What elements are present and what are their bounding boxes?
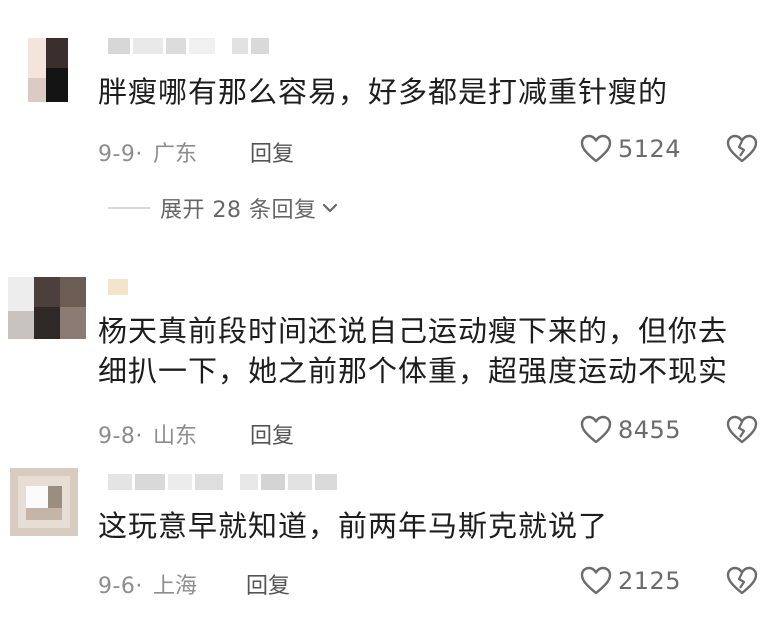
like-button[interactable]: 5124	[580, 134, 681, 164]
like-count: 2125	[618, 567, 682, 595]
dislike-button[interactable]	[726, 415, 758, 449]
like-count: 5124	[618, 135, 682, 163]
divider-line	[108, 207, 150, 209]
avatar[interactable]	[8, 277, 86, 339]
username-blurred[interactable]	[108, 279, 128, 295]
comment-item: 这玩意早就知道，前两年马斯克就说了 9-6· 上海 回复 2125	[0, 462, 769, 636]
comment-date: 9-8·	[98, 424, 143, 449]
reply-button[interactable]: 回复	[250, 418, 294, 450]
like-button[interactable]: 2125	[580, 566, 681, 596]
heart-outline-icon	[580, 566, 612, 595]
comment-text: 杨天真前段时间还说自己运动瘦下来的，但你去细扒一下，她之前那个体重，超强度运动不…	[98, 314, 729, 388]
avatar[interactable]	[28, 38, 68, 102]
comment-location: 广东	[152, 142, 197, 167]
chevron-down-icon	[323, 203, 338, 213]
reply-button[interactable]: 回复	[250, 136, 294, 168]
comment-location: 山东	[152, 424, 197, 449]
dislike-button[interactable]	[726, 134, 758, 168]
heart-outline-icon	[580, 415, 612, 444]
comment-date: 9-6·	[98, 574, 143, 599]
comment-list: 胖瘦哪有那么容易，好多都是打减重针瘦的 9-9· 广东 回复 5124 展开 28…	[0, 0, 769, 636]
comment-meta: 9-6· 上海	[98, 568, 197, 600]
heart-outline-icon	[580, 134, 612, 163]
comment-meta: 9-9· 广东	[98, 136, 197, 168]
dislike-button[interactable]	[726, 566, 758, 600]
expand-replies-button[interactable]: 展开 28 条回复	[108, 192, 338, 224]
comment-item: 胖瘦哪有那么容易，好多都是打减重针瘦的 9-9· 广东 回复 5124 展开 28…	[0, 0, 769, 250]
comment-meta: 9-8· 山东	[98, 418, 197, 450]
username-blurred[interactable]	[108, 38, 269, 54]
broken-heart-icon	[726, 415, 758, 444]
comment-item: 杨天真前段时间还说自己运动瘦下来的，但你去细扒一下，她之前那个体重，超强度运动不…	[0, 255, 769, 465]
comment-date: 9-9·	[98, 142, 143, 167]
like-count: 8455	[618, 416, 682, 444]
comment-text: 这玩意早就知道，前两年马斯克就说了	[98, 509, 609, 543]
comment-location: 上海	[152, 574, 197, 599]
expand-replies-label: 展开 28 条回复	[160, 198, 317, 223]
avatar[interactable]	[10, 468, 78, 536]
like-button[interactable]: 8455	[580, 415, 681, 445]
username-blurred[interactable]	[108, 474, 337, 490]
broken-heart-icon	[726, 134, 758, 163]
reply-button[interactable]: 回复	[246, 568, 290, 600]
comment-text: 胖瘦哪有那么容易，好多都是打减重针瘦的	[98, 75, 669, 109]
broken-heart-icon	[726, 566, 758, 595]
